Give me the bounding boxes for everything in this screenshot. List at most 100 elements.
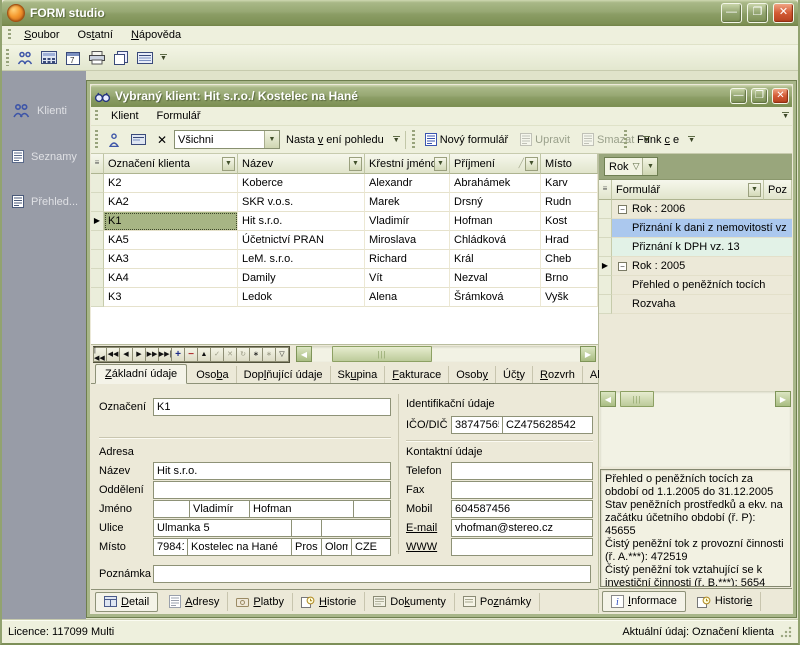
row-selector[interactable] [91, 193, 104, 212]
grid-cell[interactable]: K1 [104, 212, 238, 231]
menubar-grip[interactable] [8, 29, 11, 42]
first-record-icon[interactable]: |◀◀ [93, 347, 107, 362]
client-row-KA3[interactable]: KA3LeM. s.r.o.RichardKrálCheb [91, 250, 598, 269]
column-header-1[interactable]: Označení klienta▼ [104, 154, 238, 174]
sidebar-item-seznamy[interactable]: Seznamy [2, 144, 86, 169]
client-row-K3[interactable]: K3LedokAlenaŠrámkováVyšk [91, 288, 598, 307]
list-button[interactable] [133, 47, 157, 69]
lastname-field[interactable] [249, 500, 354, 518]
grid-cell[interactable]: Účetnictví PRAN [238, 231, 365, 250]
next-record-icon[interactable]: ▶ [132, 347, 146, 362]
grid-cell[interactable]: K2 [104, 174, 238, 193]
grid-cell[interactable]: Hrad [541, 231, 598, 250]
view-tab-platby[interactable]: Platby [228, 593, 293, 611]
grid-corner-icon[interactable]: ≡ [91, 154, 104, 174]
scroll-thumb[interactable]: ||| [332, 346, 432, 362]
grid-cell[interactable]: Hit s.r.o. [238, 212, 365, 231]
row-selector[interactable] [599, 238, 612, 257]
scroll-right-icon[interactable]: ▶ [775, 391, 791, 407]
row-selector[interactable] [91, 269, 104, 288]
client-row-KA5[interactable]: KA5Účetnictví PRANMiroslavaChládkováHrad [91, 231, 598, 250]
scroll-left-icon[interactable]: ◀ [296, 346, 312, 362]
client-row-K2[interactable]: K2KoberceAlexandrAbrahámekKarv [91, 174, 598, 193]
tab-osoby[interactable]: Osoby [449, 366, 496, 383]
fax-field[interactable] [451, 481, 593, 499]
prior-record-icon[interactable]: ◀ [119, 347, 133, 362]
oddeleni-field[interactable] [153, 481, 391, 499]
panel-tab-informace[interactable]: iInformace [602, 591, 686, 612]
grid-cell[interactable]: Hofman [450, 212, 541, 231]
sidebar-item-klienti[interactable]: Klienti [2, 97, 86, 124]
grid-cell[interactable]: KA5 [104, 231, 238, 250]
tree-item-rozvaha[interactable]: Rozvaha [599, 295, 792, 314]
grid-cell[interactable]: Koberce [238, 174, 365, 193]
grid-cell[interactable]: Cheb [541, 250, 598, 269]
street-no1-field[interactable] [291, 519, 322, 537]
view-tab-poznmky[interactable]: Poznámky [455, 593, 540, 611]
grid-cell[interactable]: Marek [365, 193, 450, 212]
column-filter-icon[interactable]: ▼ [434, 157, 447, 171]
client-menubar-grip[interactable] [95, 110, 98, 123]
grid-cell[interactable]: Kost [541, 212, 598, 231]
toolbar-grip[interactable] [6, 49, 9, 67]
view-tab-dokumenty[interactable]: Dokumenty [365, 593, 455, 611]
client-row-KA4[interactable]: KA4DamilyVítNezvalBrno [91, 269, 598, 288]
filter-icon[interactable]: ▽ [275, 347, 289, 362]
tab-doplujcdaje[interactable]: Doplňující údaje [237, 366, 331, 383]
column-header-formular[interactable]: Formulář▼ [612, 180, 764, 200]
grid-cell[interactable]: Drsný [450, 193, 541, 212]
minimize-button[interactable]: — [721, 3, 742, 23]
menu-ostatn[interactable]: Ostatní [68, 27, 121, 43]
www-label[interactable]: WWW [406, 541, 437, 553]
last-record-icon[interactable]: ▶▶| [158, 347, 172, 362]
grid-cell[interactable]: Karv [541, 174, 598, 193]
tab-rozvrh[interactable]: Rozvrh [533, 366, 583, 383]
cancel-edit-icon[interactable]: ✕ [223, 347, 237, 362]
tree-corner-icon[interactable]: ≡ [599, 180, 612, 200]
row-selector[interactable] [91, 231, 104, 250]
group-grip[interactable] [95, 130, 98, 149]
post-edit-icon[interactable]: ✓ [210, 347, 224, 362]
calendar-button[interactable]: 7 [61, 47, 85, 69]
tab-zkladndaje[interactable]: Základní údaje [95, 364, 187, 384]
collapse-icon[interactable]: − [618, 205, 627, 214]
row-selector[interactable] [91, 250, 104, 269]
edit-record-icon[interactable]: ▲ [197, 347, 211, 362]
client-menu-klient[interactable]: Klient [102, 108, 148, 124]
tab-fakturace[interactable]: Fakturace [385, 366, 449, 383]
grid-cell[interactable]: Abrahámek [450, 174, 541, 193]
scroll-thumb[interactable]: ||| [620, 391, 654, 407]
grid-cell[interactable]: Miroslava [365, 231, 450, 250]
grid-cell[interactable]: Richard [365, 250, 450, 269]
row-selector[interactable] [91, 288, 104, 307]
column-header-3[interactable]: Křestní jméno▼ [365, 154, 450, 174]
grid-cell[interactable]: K3 [104, 288, 238, 307]
www-field[interactable] [451, 538, 593, 556]
grid-cell[interactable]: Vladimír [365, 212, 450, 231]
grid-cell[interactable]: Šrámková [450, 288, 541, 307]
column-filter-icon[interactable]: ▼ [349, 157, 362, 171]
insert-record-icon[interactable]: + [171, 347, 185, 362]
collapse-icon[interactable]: − [618, 262, 627, 271]
dic-field[interactable] [502, 416, 593, 434]
grid-cell[interactable]: Rudn [541, 193, 598, 212]
search-next-icon[interactable]: ∗ [262, 347, 276, 362]
column-header-poznamka[interactable]: Poz [764, 180, 792, 200]
row-selector[interactable] [599, 200, 612, 219]
menu-soubor[interactable]: Soubor [15, 27, 68, 43]
region-field[interactable] [321, 538, 352, 556]
view-tab-historie[interactable]: Historie [293, 592, 365, 611]
tab-ty[interactable]: Účty [496, 366, 533, 383]
toolbar-overflow-icon[interactable]: ▼ [160, 54, 167, 62]
scroll-right-icon[interactable]: ▶ [580, 346, 596, 362]
tree-item-pehledopennchtocch[interactable]: Přehled o peněžních tocích [599, 276, 792, 295]
person-button[interactable] [102, 129, 126, 151]
refresh-icon[interactable]: ↻ [236, 347, 250, 362]
copy-button[interactable] [109, 47, 133, 69]
client-row-K1[interactable]: ▶K1Hit s.r.o.VladimírHofmanKost [91, 212, 598, 231]
forms-tree[interactable]: −Rok : 2006Přiznání k dani z nemovitostí… [599, 200, 792, 314]
row-marker-icon[interactable]: ▶ [599, 257, 612, 276]
oznaceni-field[interactable] [153, 398, 391, 416]
delete-record-icon[interactable]: − [184, 347, 198, 362]
column-header-4[interactable]: Příjmení╱▼ [450, 154, 541, 174]
